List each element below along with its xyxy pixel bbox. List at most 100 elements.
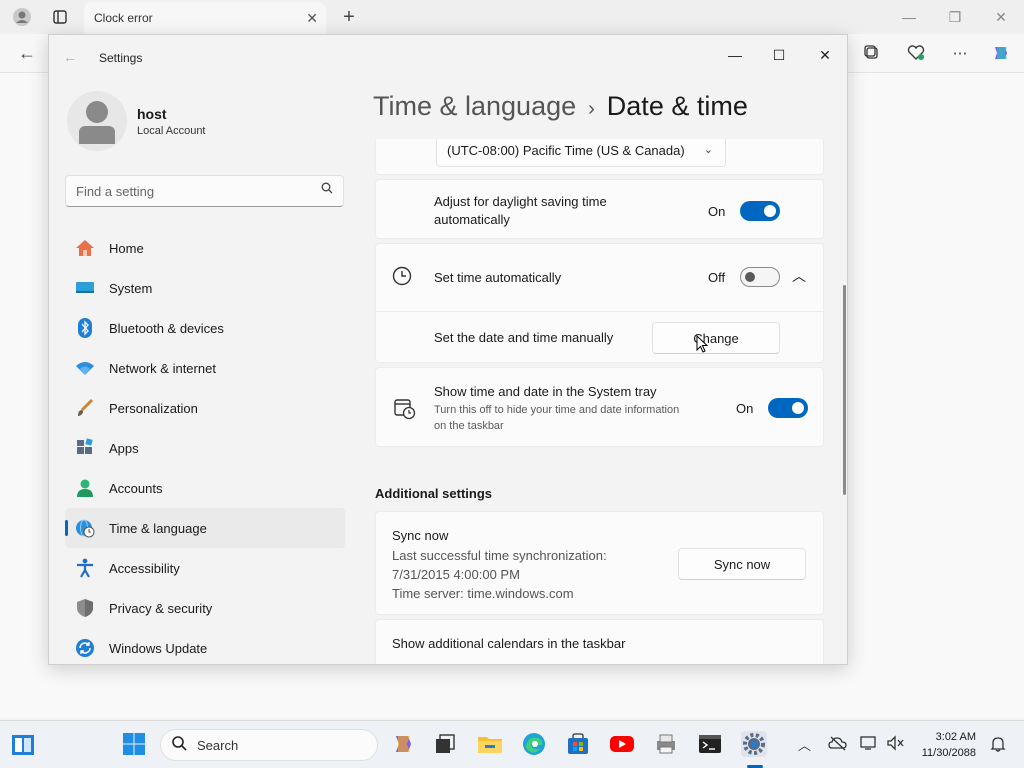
sidebar-item-personalization[interactable]: Personalization <box>65 388 345 428</box>
back-arrow-icon[interactable]: ← <box>16 42 38 64</box>
set-time-auto-toggle[interactable] <box>740 267 780 287</box>
daylight-saving-card: Adjust for daylight saving time automati… <box>375 179 824 239</box>
collections-icon[interactable] <box>861 42 883 64</box>
find-setting-placeholder: Find a setting <box>76 184 155 199</box>
chevron-down-icon: ⌄ <box>703 144 713 156</box>
sidebar-item-time-language[interactable]: Time & language <box>65 508 345 548</box>
system-icon <box>75 278 95 298</box>
browser-minimize-icon[interactable]: — <box>894 6 924 28</box>
health-icon[interactable] <box>905 42 927 64</box>
calendars-label: Show additional calendars in the taskbar <box>392 636 626 651</box>
printer-icon[interactable] <box>653 731 679 757</box>
daylight-state: On <box>708 204 726 219</box>
minimize-icon[interactable]: — <box>713 41 757 69</box>
sidebar-item-privacy[interactable]: Privacy & security <box>65 588 345 628</box>
scrollbar[interactable] <box>843 285 846 495</box>
profile-icon[interactable] <box>11 6 33 28</box>
browser-close-icon[interactable]: ✕ <box>986 6 1016 28</box>
copilot-app-icon[interactable] <box>390 731 416 757</box>
page-title: Date & time <box>606 91 748 121</box>
close-icon[interactable]: ✕ <box>803 41 847 69</box>
settings-app-icon[interactable] <box>741 731 767 757</box>
edge-icon[interactable] <box>521 731 547 757</box>
onedrive-icon[interactable] <box>828 735 848 754</box>
tray-toggle[interactable] <box>768 398 808 418</box>
more-options-icon[interactable]: ⋯ <box>949 42 971 64</box>
search-icon <box>321 182 333 197</box>
settings-titlebar: ← Settings — ☐ ✕ <box>49 35 847 81</box>
volume-muted-icon[interactable] <box>886 735 906 754</box>
daylight-label-line1: Adjust for daylight saving time <box>434 194 607 209</box>
maximize-icon[interactable]: ☐ <box>757 41 801 69</box>
notifications-bell-icon[interactable] <box>990 735 1006 756</box>
chevron-up-icon[interactable]: ︿ <box>798 735 811 754</box>
search-icon <box>171 735 187 755</box>
system-tray-card: Show time and date in the System tray Tu… <box>375 367 824 447</box>
set-time-auto-card: Set time automatically Off ︿ Set the dat… <box>375 243 824 363</box>
browser-tab-active[interactable]: Clock error ✕ <box>84 2 326 34</box>
task-view-icon[interactable] <box>432 731 458 757</box>
sidebar-item-network[interactable]: Network & internet <box>65 348 345 388</box>
sync-now-button[interactable]: Sync now <box>678 548 806 580</box>
sync-last-date: 7/31/2015 4:00:00 PM <box>392 567 520 582</box>
widgets-icon[interactable] <box>10 732 36 758</box>
timezone-value: (UTC-08:00) Pacific Time (US & Canada) <box>447 143 685 158</box>
timezone-dropdown[interactable]: (UTC-08:00) Pacific Time (US & Canada) ⌄ <box>436 139 726 167</box>
settings-title: Settings <box>99 51 143 65</box>
sidebar-item-bluetooth[interactable]: Bluetooth & devices <box>65 308 345 348</box>
wifi-icon <box>75 358 95 378</box>
sync-last-label: Last successful time synchronization: <box>392 548 607 563</box>
update-icon <box>75 638 95 658</box>
divider <box>376 311 823 312</box>
sidebar-item-accounts[interactable]: Accounts <box>65 468 345 508</box>
daylight-toggle[interactable] <box>740 201 780 221</box>
chevron-up-icon[interactable]: ︿ <box>792 266 806 286</box>
settings-window: ← Settings — ☐ ✕ host Local Account Find… <box>48 34 848 665</box>
breadcrumb-parent[interactable]: Time & language <box>373 91 576 121</box>
taskbar-date: 11/30/2088 <box>921 747 976 759</box>
taskbar-clock[interactable]: 3:02 AM 11/30/2088 <box>922 729 976 761</box>
new-tab-button[interactable]: + <box>338 6 360 28</box>
sync-title: Sync now <box>392 528 449 543</box>
breadcrumb: Time & language › Date & time <box>373 91 748 122</box>
calendar-clock-icon <box>394 398 416 425</box>
youtube-icon[interactable] <box>609 731 635 757</box>
start-icon[interactable] <box>121 731 147 757</box>
profile-account-type: Local Account <box>137 125 206 137</box>
change-button[interactable]: Change <box>652 322 780 354</box>
additional-calendars-card[interactable]: Show additional calendars in the taskbar <box>375 619 824 664</box>
shield-icon <box>75 598 95 618</box>
additional-settings-heading: Additional settings <box>375 486 492 501</box>
terminal-icon[interactable] <box>697 731 723 757</box>
mouse-cursor-icon <box>696 334 709 358</box>
taskbar-search-input[interactable]: Search <box>160 729 378 761</box>
file-explorer-icon[interactable] <box>477 731 503 757</box>
accounts-icon <box>75 478 95 498</box>
browser-tab-title: Clock error <box>94 11 153 25</box>
store-icon[interactable] <box>565 731 591 757</box>
avatar[interactable] <box>67 91 127 151</box>
sidebar-item-home[interactable]: Home <box>65 228 345 268</box>
network-icon[interactable] <box>860 735 880 754</box>
taskbar-time: 3:02 AM <box>935 731 976 743</box>
settings-back-icon[interactable]: ← <box>63 49 77 65</box>
taskbar-search-placeholder: Search <box>197 738 239 753</box>
globe-clock-icon <box>75 518 95 538</box>
sidebar-item-system[interactable]: System <box>65 268 345 308</box>
browser-restore-icon[interactable]: ❐ <box>940 6 970 28</box>
tray-state: On <box>736 401 754 416</box>
sidebar-nav: Home System Bluetooth & devices Network … <box>65 228 345 664</box>
breadcrumb-separator: › <box>588 98 595 120</box>
sidebar-item-accessibility[interactable]: Accessibility <box>65 548 345 588</box>
find-setting-input[interactable]: Find a setting <box>65 175 344 207</box>
sidebar-item-windows-update[interactable]: Windows Update <box>65 628 345 664</box>
tab-actions-icon[interactable] <box>49 6 71 28</box>
close-tab-icon[interactable]: ✕ <box>306 10 318 27</box>
sidebar-item-apps[interactable]: Apps <box>65 428 345 468</box>
copilot-icon[interactable] <box>990 42 1012 64</box>
sync-server: Time server: time.windows.com <box>392 586 574 601</box>
timezone-card: (UTC-08:00) Pacific Time (US & Canada) ⌄ <box>375 139 824 175</box>
taskbar: Search ︿ 3:02 AM 11/30/2088 <box>0 720 1024 768</box>
browser-tab-bar: Clock error ✕ + — ❐ ✕ <box>0 0 1024 34</box>
sync-card: Sync now Last successful time synchroniz… <box>375 511 824 615</box>
